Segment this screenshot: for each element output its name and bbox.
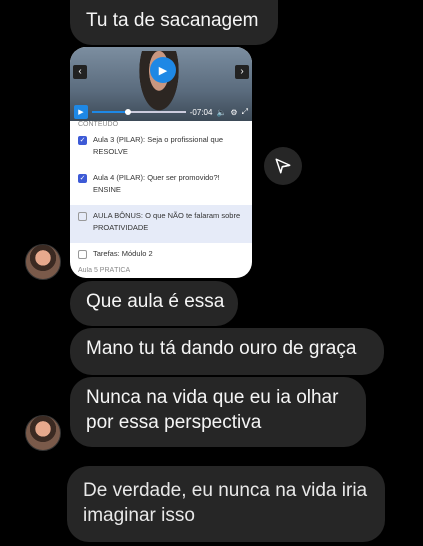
message-bubble[interactable]: De verdade, eu nunca na vida iria imagin…	[67, 466, 385, 542]
lesson-list-header: CONTEÚDO	[78, 121, 119, 128]
message-text: Tu ta de sacanagem	[86, 10, 259, 31]
message-text: De verdade, eu nunca na vida iria imagin…	[83, 480, 368, 526]
checkbox-icon[interactable]	[78, 250, 87, 259]
progress-fill	[92, 111, 125, 113]
message-bubble[interactable]: Nunca na vida que eu ia olhar por essa p…	[70, 377, 366, 447]
lesson-title: Aula 4 (PILAR): Quer ser promovido?! ENS…	[93, 173, 220, 194]
play-icon[interactable]: ▶	[150, 57, 176, 83]
progress-knob[interactable]	[124, 109, 131, 115]
avatar[interactable]	[25, 244, 61, 280]
video-controls: ▶ -07:04 🔈 ⚙ ⤢	[70, 103, 252, 121]
lesson-item[interactable]: Tarefas: Módulo 2	[70, 243, 252, 267]
chevron-left-icon[interactable]: ‹	[73, 65, 87, 79]
message-bubble[interactable]: Tu ta de sacanagem	[70, 0, 278, 45]
volume-icon[interactable]: 🔈	[216, 108, 226, 117]
lesson-item[interactable]: AULA BÔNUS: O que NÃO te falaram sobre P…	[70, 205, 252, 243]
lesson-item[interactable]: ✓ Aula 3 (PILAR): Seja o profissional qu…	[70, 129, 252, 167]
video-time: -07:04	[189, 107, 213, 117]
chevron-right-icon[interactable]: ›	[235, 65, 249, 79]
message-text: Mano tu tá dando ouro de graça	[86, 338, 357, 359]
message-text: Nunca na vida que eu ia olhar por essa p…	[86, 387, 339, 433]
video-player[interactable]: ‹ › ▶ ▶ -07:04 🔈 ⚙ ⤢	[70, 47, 252, 121]
checkbox-checked-icon[interactable]: ✓	[78, 136, 87, 145]
message-bubble[interactable]: Que aula é essa	[70, 281, 238, 326]
lesson-item[interactable]: ✓ Aula 4 (PILAR): Quer ser promovido?! E…	[70, 167, 252, 205]
progress-bar[interactable]	[92, 109, 186, 115]
lesson-title: AULA BÔNUS: O que NÃO te falaram sobre P…	[93, 211, 241, 232]
lesson-list: CONTEÚDO ✓ Aula 3 (PILAR): Seja o profis…	[70, 121, 252, 275]
checkbox-checked-icon[interactable]: ✓	[78, 174, 87, 183]
lesson-title: Aula 3 (PILAR): Seja o profissional que …	[93, 135, 224, 156]
shared-post-card[interactable]: ‹ › ▶ ▶ -07:04 🔈 ⚙ ⤢ CONTEÚDO ✓ Aula 3 (…	[70, 47, 252, 278]
fullscreen-icon[interactable]: ⤢	[242, 107, 248, 117]
avatar[interactable]	[25, 415, 61, 451]
message-bubble[interactable]: Mano tu tá dando ouro de graça	[70, 328, 384, 375]
lesson-title: Tarefas: Módulo 2	[93, 249, 153, 258]
checkbox-icon[interactable]	[78, 212, 87, 221]
settings-icon[interactable]: ⚙	[230, 108, 237, 117]
message-text: Que aula é essa	[86, 291, 225, 312]
share-button[interactable]	[264, 147, 302, 185]
send-icon	[275, 158, 291, 174]
lesson-list-footer: Aula 5 PRÁTICA	[78, 267, 131, 274]
play-button[interactable]: ▶	[74, 105, 88, 119]
